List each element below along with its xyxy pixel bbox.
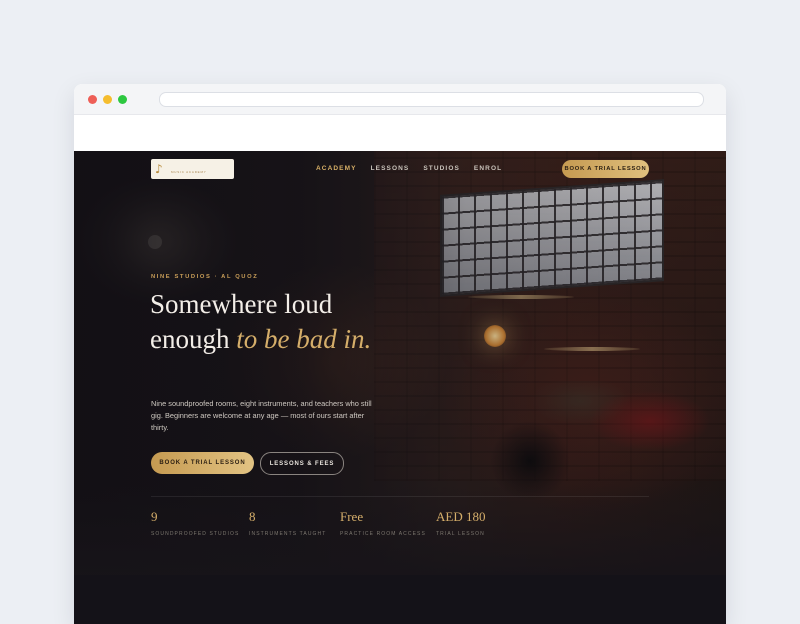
browser-toolbar (74, 84, 726, 115)
logo-text: Music Academy (171, 170, 207, 174)
hero-eyebrow: Nine Studios · Al Quoz (151, 274, 259, 280)
page-top-spacer (74, 115, 726, 151)
minimize-window-icon[interactable] (103, 95, 112, 104)
stat-value: AED 180 (436, 509, 486, 524)
stat-value: Free (340, 509, 364, 524)
hero-title-accent: to be bad in. (236, 324, 372, 354)
stats-row: 9 Soundproofed studios 8 Instruments tau… (151, 509, 534, 537)
stat-label: Soundproofed studios (151, 531, 240, 537)
stat-instruments: 8 Instruments taught (249, 509, 340, 537)
close-window-icon[interactable] (88, 95, 97, 104)
book-trial-button[interactable]: Book a trial lesson (151, 452, 254, 474)
stat-trial-price: AED 180 Trial lesson (436, 509, 534, 537)
main-nav: Academy Lessons Studios Enrol (316, 165, 516, 172)
lessons-fees-button[interactable]: Lessons & fees (260, 452, 344, 475)
hero-description: Nine soundproofed rooms, eight instrumen… (151, 399, 372, 432)
stat-value: 8 (249, 509, 256, 524)
stat-value: 9 (151, 509, 158, 524)
stat-label: Practice room access (340, 531, 426, 537)
nav-book-trial-button[interactable]: Book a trial lesson (562, 160, 649, 178)
nav-item-enrol[interactable]: Enrol (474, 165, 502, 172)
stat-practice-room: Free Practice room access (340, 509, 436, 537)
nav-item-studios[interactable]: Studios (423, 165, 460, 172)
nav-item-academy[interactable]: Academy (316, 165, 357, 172)
music-note-icon: ♪ (155, 162, 163, 176)
hero-section: ♪ Music Academy Academy Lessons Studios … (74, 151, 726, 624)
stats-divider (151, 496, 649, 497)
hero-title: Somewhere loud enough to be bad in. (150, 287, 380, 357)
browser-window: ♪ Music Academy Academy Lessons Studios … (74, 84, 726, 624)
nav-item-lessons[interactable]: Lessons (371, 165, 410, 172)
address-bar[interactable] (159, 92, 704, 107)
stat-label: Trial lesson (436, 531, 485, 537)
stat-studios: 9 Soundproofed studios (151, 509, 249, 537)
stat-label: Instruments taught (249, 531, 327, 537)
maximize-window-icon[interactable] (118, 95, 127, 104)
site-logo[interactable]: ♪ Music Academy (151, 159, 234, 179)
